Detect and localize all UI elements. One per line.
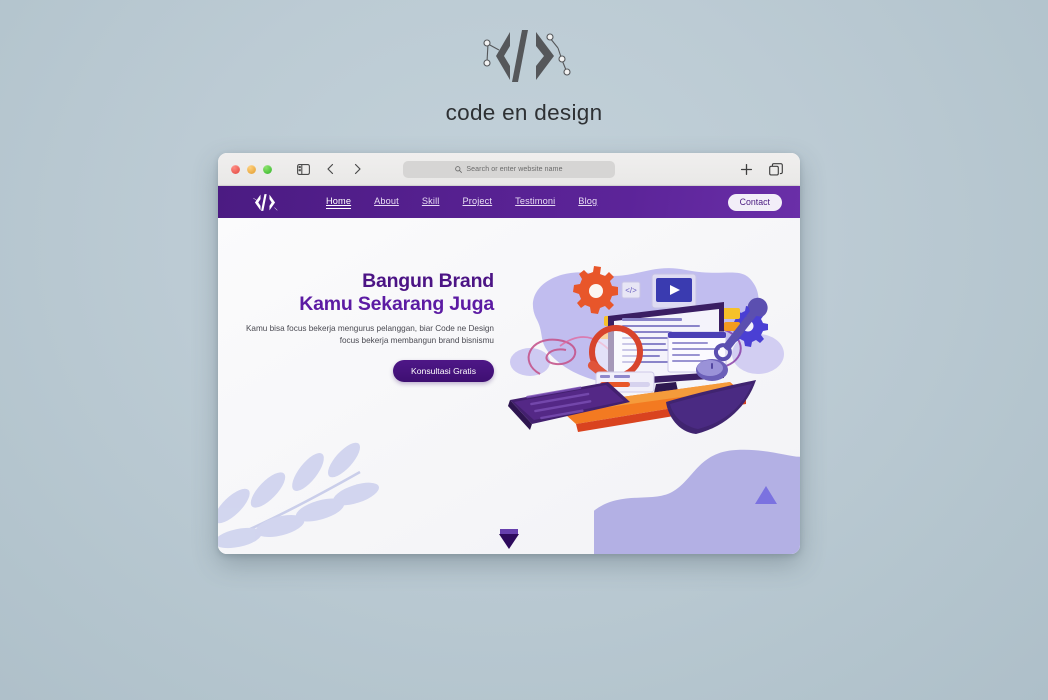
search-placeholder: Search or enter website name (466, 165, 563, 173)
browser-titlebar: Search or enter website name (218, 153, 800, 186)
site-logo-icon[interactable] (248, 193, 282, 212)
nav-item-skill[interactable]: Skill (422, 196, 440, 208)
purple-blob-decoration (594, 449, 800, 554)
browser-window: Search or enter website name Home About … (218, 153, 800, 554)
hero-body-text: Kamu bisa focus bekerja mengurus pelangg… (245, 324, 494, 345)
tab-overview-icon[interactable] (765, 158, 787, 180)
window-controls (231, 164, 272, 174)
page-title: Bangun Brand Kamu Sekarang Juga (238, 270, 494, 316)
minimize-button[interactable] (247, 164, 256, 174)
navigation-controls (292, 158, 368, 180)
konsultasi-gratis-button[interactable]: Konsultasi Gratis (393, 359, 494, 382)
chevron-right-icon[interactable] (346, 158, 368, 180)
plus-icon[interactable] (735, 158, 757, 180)
code-slash-logo-icon (483, 30, 571, 82)
nav-item-blog[interactable]: Blog (578, 196, 597, 208)
search-icon (455, 160, 463, 178)
nav-item-testimoni[interactable]: Testimoni (515, 196, 555, 208)
site-navbar: Home About Skill Project Testimoni Blog … (218, 186, 800, 218)
svg-text:</>: </> (625, 286, 637, 295)
nav-item-about[interactable]: About (374, 196, 399, 208)
workspace-monitor-illustration: </> (508, 266, 784, 434)
nav-item-home[interactable]: Home (326, 196, 352, 209)
contact-button[interactable]: Contact (727, 193, 782, 211)
hero-heading-line2: Kamu Sekarang Juga (299, 293, 494, 315)
search-input[interactable]: Search or enter website name (403, 160, 615, 178)
sidebar-toggle-icon[interactable] (292, 158, 314, 180)
nav-links: Home About Skill Project Testimoni Blog (326, 196, 597, 209)
hero-section: Bangun Brand Kamu Sekarang Juga Kamu bis… (238, 270, 494, 382)
leaf-branch-decoration (218, 442, 379, 549)
nav-item-project[interactable]: Project (462, 196, 492, 208)
hero-heading-line1: Bangun Brand (362, 270, 494, 292)
page-content: Bangun Brand Kamu Sekarang Juga Kamu bis… (218, 218, 800, 554)
close-button[interactable] (231, 164, 240, 174)
maximize-button[interactable] (263, 164, 272, 174)
brand-name: code en design (445, 100, 603, 125)
scroll-down-triangle-icon[interactable] (496, 526, 522, 552)
toolbar-right-actions (735, 158, 787, 180)
chevron-left-icon[interactable] (319, 158, 341, 180)
brand-mark: code en design (0, 26, 1048, 126)
